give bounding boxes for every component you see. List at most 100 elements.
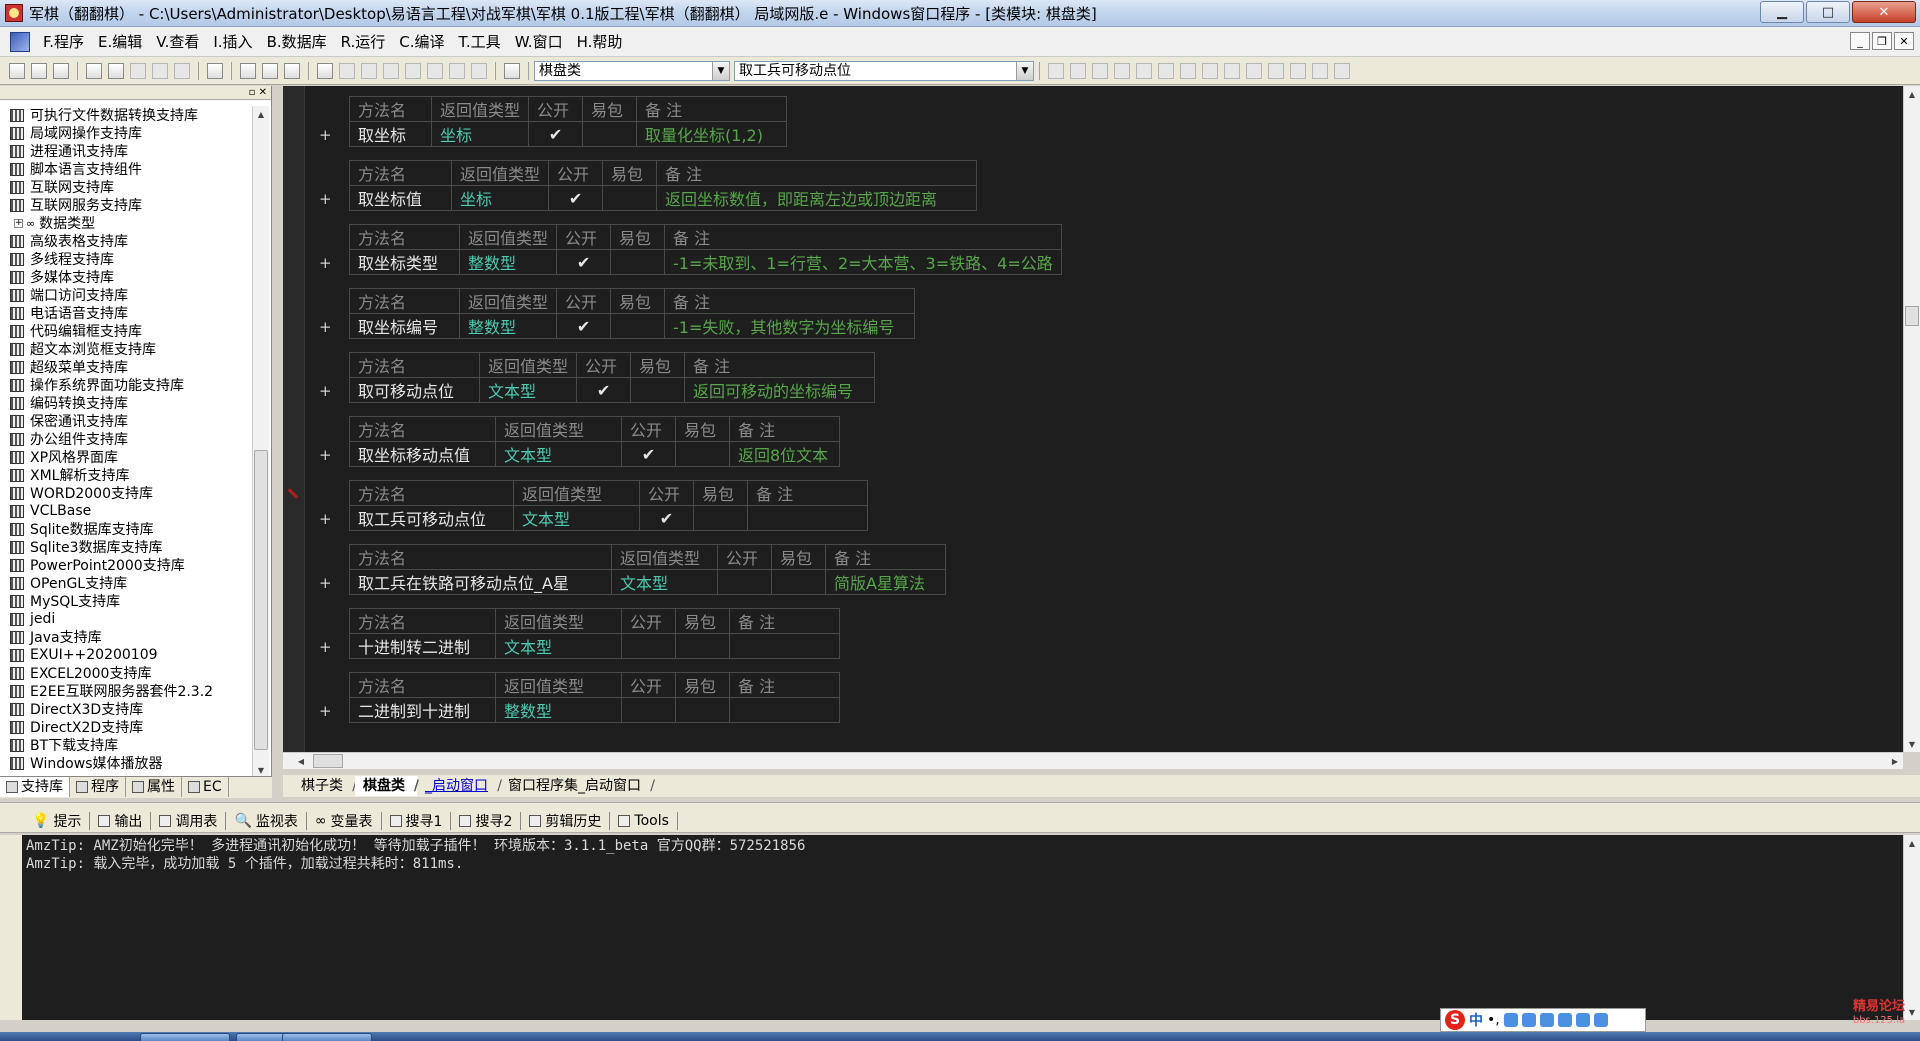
- tree-scrollbar[interactable]: ▲ ▼: [252, 106, 269, 778]
- tab-call-stack[interactable]: 调用表: [151, 811, 227, 830]
- menu-run[interactable]: R.运行: [334, 30, 393, 54]
- expand-method-icon[interactable]: +: [319, 190, 332, 208]
- step-out-icon[interactable]: [427, 62, 443, 79]
- step-icon[interactable]: [361, 62, 377, 79]
- tree-item[interactable]: 互联网服务支持库: [0, 196, 252, 214]
- method-row[interactable]: 取坐标编号 整数型 ✔ -1=失败，其他数字为坐标编号: [349, 313, 916, 339]
- grid-icon[interactable]: [1593, 1013, 1608, 1027]
- public-flag[interactable]: ✔: [556, 249, 612, 275]
- method-name[interactable]: 取坐标移动点值: [349, 441, 496, 467]
- tab-properties[interactable]: 属性: [126, 777, 182, 797]
- cut-icon[interactable]: [86, 62, 102, 79]
- method-note[interactable]: 取量化坐标(1,2): [636, 121, 788, 147]
- scroll-up-icon[interactable]: ▲: [253, 106, 269, 122]
- new-file-icon[interactable]: [9, 62, 25, 79]
- run-icon[interactable]: [317, 62, 333, 79]
- editor-vertical-scrollbar[interactable]: ▲ ▼: [1903, 86, 1920, 752]
- return-type[interactable]: 整数型: [458, 249, 558, 275]
- tab-search2[interactable]: 搜寻2: [451, 811, 522, 830]
- menu-compile[interactable]: C.编译: [392, 30, 451, 54]
- align-top-icon[interactable]: [1136, 62, 1152, 79]
- find-icon[interactable]: [207, 62, 223, 79]
- tree-item[interactable]: 电话语音支持库: [0, 304, 252, 322]
- tree-item[interactable]: + ∞ 数据类型: [0, 214, 252, 232]
- keyboard-icon[interactable]: [1539, 1013, 1554, 1027]
- chevron-down-icon[interactable]: ▼: [1016, 61, 1033, 80]
- method-row[interactable]: 取工兵在铁路可移动点位_A星 文本型 简版A星算法: [349, 569, 946, 595]
- easy-package[interactable]: [610, 249, 666, 275]
- center-vertical-icon[interactable]: [1334, 62, 1350, 79]
- tree-item[interactable]: Windows媒体播放器: [0, 754, 252, 772]
- ime-punctuation[interactable]: •,: [1487, 1012, 1500, 1028]
- tab-variables[interactable]: ∞ 变量表: [307, 811, 382, 830]
- method-select[interactable]: 取工兵可移动点位 ▼: [734, 60, 1034, 81]
- tree-item[interactable]: Java支持库: [0, 628, 252, 646]
- tab-clip-history[interactable]: 剪辑历史: [521, 811, 611, 830]
- return-type[interactable]: 文本型: [513, 505, 640, 531]
- public-flag[interactable]: ✔: [528, 121, 584, 147]
- public-flag[interactable]: [621, 697, 676, 723]
- method-name[interactable]: 取坐标值: [349, 185, 452, 211]
- method-note[interactable]: [729, 633, 840, 659]
- tree-item[interactable]: 超级菜单支持库: [0, 358, 252, 376]
- hand-icon[interactable]: [471, 62, 487, 79]
- tree-item[interactable]: 端口访问支持库: [0, 286, 252, 304]
- breakpoint-icon[interactable]: [449, 62, 465, 79]
- tree-item[interactable]: PowerPoint2000支持库: [0, 556, 252, 574]
- easy-package[interactable]: [602, 185, 658, 211]
- method-row[interactable]: 取坐标 坐标 ✔ 取量化坐标(1,2): [349, 121, 788, 147]
- step-into-icon[interactable]: [383, 62, 399, 79]
- open-folder-icon[interactable]: [31, 62, 47, 79]
- save-icon[interactable]: [53, 62, 69, 79]
- tree-item[interactable]: BT下载支持库: [0, 736, 252, 754]
- close-icon[interactable]: ▫ ✕: [249, 87, 267, 98]
- align-bottom-icon[interactable]: [1180, 62, 1196, 79]
- output-console[interactable]: AmzTip: AMZ初始化完毕！ 多进程通讯初始化成功！ 等待加载子插件！ 环…: [22, 835, 1903, 1020]
- same-size-icon[interactable]: [1246, 62, 1262, 79]
- window-icon[interactable]: [262, 62, 278, 79]
- method-name[interactable]: 取坐标类型: [349, 249, 460, 275]
- space-horizontal-icon[interactable]: [1268, 62, 1284, 79]
- expand-method-icon[interactable]: +: [319, 638, 332, 656]
- method-row[interactable]: 取坐标值 坐标 ✔ 返回坐标数值，即距离左边或顶边距离: [349, 185, 978, 211]
- tab-watch[interactable]: 🔍 监视表: [226, 811, 307, 830]
- tab-board-class[interactable]: 棋盘类: [355, 776, 419, 796]
- tree-item[interactable]: jedi: [0, 610, 252, 628]
- stop-icon[interactable]: [339, 62, 355, 79]
- easy-package[interactable]: [675, 697, 730, 723]
- space-vertical-icon[interactable]: [1290, 62, 1306, 79]
- method-note[interactable]: [747, 505, 868, 531]
- tree-item[interactable]: 高级表格支持库: [0, 232, 252, 250]
- menu-edit[interactable]: E.编辑: [91, 30, 149, 54]
- method-row[interactable]: 二进制到十进制 整数型: [349, 697, 840, 723]
- method-note[interactable]: 返回可移动的坐标编号: [684, 377, 876, 403]
- method-name[interactable]: 取工兵在铁路可移动点位_A星: [349, 569, 612, 595]
- ime-toolbar[interactable]: S 中 •,: [1440, 1008, 1646, 1032]
- mdi-restore-button[interactable]: ❐: [1872, 32, 1892, 50]
- scroll-up-icon[interactable]: ▲: [1904, 835, 1920, 851]
- tab-piece-class[interactable]: 棋子类: [293, 776, 357, 796]
- align-left-icon[interactable]: [1070, 62, 1086, 79]
- public-flag[interactable]: ✔: [576, 377, 632, 403]
- tree-item[interactable]: 局域网操作支持库: [0, 124, 252, 142]
- align-grid-icon[interactable]: [1048, 62, 1064, 79]
- editor-horizontal-scrollbar[interactable]: ◀ ▶: [283, 752, 1903, 769]
- document-icon[interactable]: [10, 31, 30, 52]
- paste-icon[interactable]: [130, 62, 146, 79]
- method-row[interactable]: 取工兵可移动点位 文本型 ✔: [349, 505, 868, 531]
- tree-item[interactable]: E2EE互联网服务器套件2.3.2: [0, 682, 252, 700]
- easy-package[interactable]: [675, 633, 730, 659]
- expand-method-icon[interactable]: +: [319, 702, 332, 720]
- tree-item[interactable]: VCLBase: [0, 502, 252, 520]
- minimize-button[interactable]: ▁: [1760, 1, 1804, 23]
- easy-package[interactable]: [630, 377, 686, 403]
- tree-item[interactable]: 脚本语言支持组件: [0, 160, 252, 178]
- tree-item[interactable]: 进程通讯支持库: [0, 142, 252, 160]
- tree-item[interactable]: 可执行文件数据转换支持库: [0, 106, 252, 124]
- same-width-icon[interactable]: [1202, 62, 1218, 79]
- return-type[interactable]: 整数型: [495, 697, 622, 723]
- method-row[interactable]: 取坐标移动点值 文本型 ✔ 返回8位文本: [349, 441, 840, 467]
- expand-method-icon[interactable]: +: [319, 574, 332, 592]
- public-flag[interactable]: [717, 569, 772, 595]
- align-right-icon[interactable]: [1114, 62, 1130, 79]
